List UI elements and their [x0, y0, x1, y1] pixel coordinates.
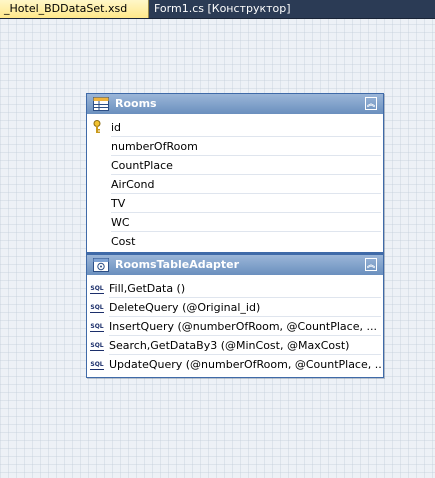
- document-tab-bar: _Hotel_BDDataSet.xsd Form1.cs [Конструкт…: [0, 0, 435, 19]
- sql-query-icon: SQL: [90, 285, 104, 294]
- query-name: Search,GetDataBy3 (@MinCost, @MaxCost): [109, 336, 381, 355]
- column-row-id[interactable]: id: [87, 118, 383, 137]
- column-row-cost[interactable]: Cost: [87, 232, 383, 251]
- sql-query-icon: SQL: [90, 323, 104, 332]
- table-adapter-header[interactable]: RoomsTableAdapter ︽: [87, 255, 383, 275]
- query-name: DeleteQuery (@Original_id): [109, 298, 381, 317]
- query-row-fill-getdata[interactable]: SQL Fill,GetData (): [87, 279, 383, 298]
- row-gutter: SQL: [87, 336, 105, 355]
- sql-query-icon: SQL: [90, 342, 104, 351]
- query-row-search-getdataby3[interactable]: SQL Search,GetDataBy3 (@MinCost, @MaxCos…: [87, 336, 383, 355]
- row-gutter: SQL: [87, 279, 105, 298]
- query-row-deletequery[interactable]: SQL DeleteQuery (@Original_id): [87, 298, 383, 317]
- rooms-columns-list: id numberOfRoom CountPlace AirCond TV WC…: [87, 118, 383, 251]
- row-gutter: [87, 156, 105, 175]
- collapse-adapter-button[interactable]: ︽: [365, 258, 377, 271]
- query-name: Fill,GetData (): [109, 279, 381, 298]
- column-name: WC: [111, 213, 381, 232]
- column-row-numberofroom[interactable]: numberOfRoom: [87, 137, 383, 156]
- row-gutter: [87, 194, 105, 213]
- rooms-table-header[interactable]: Rooms ︽: [87, 94, 383, 114]
- query-row-updatequery[interactable]: SQL UpdateQuery (@numberOfRoom, @CountPl…: [87, 355, 383, 374]
- column-name: numberOfRoom: [111, 137, 381, 156]
- query-name: InsertQuery (@numberOfRoom, @CountPlace,…: [109, 317, 381, 336]
- column-row-countplace[interactable]: CountPlace: [87, 156, 383, 175]
- column-name: id: [111, 118, 381, 137]
- tab-form1-designer[interactable]: Form1.cs [Конструктор]: [150, 0, 291, 18]
- sql-query-icon: SQL: [90, 304, 104, 313]
- column-row-wc[interactable]: WC: [87, 213, 383, 232]
- column-row-tv[interactable]: TV: [87, 194, 383, 213]
- collapse-table-button[interactable]: ︽: [365, 97, 377, 110]
- row-gutter: [87, 213, 105, 232]
- row-gutter: [87, 175, 105, 194]
- column-row-aircond[interactable]: AirCond: [87, 175, 383, 194]
- column-name: AirCond: [111, 175, 381, 194]
- row-gutter: [87, 118, 105, 137]
- table-adapter-title: RoomsTableAdapter: [115, 258, 240, 271]
- row-gutter: SQL: [87, 317, 105, 336]
- chevron-up-icon: ︽: [367, 99, 375, 108]
- column-name: TV: [111, 194, 381, 213]
- row-gutter: [87, 137, 105, 156]
- sql-query-icon: SQL: [90, 361, 104, 370]
- primary-key-icon: [93, 120, 101, 133]
- row-gutter: [87, 232, 105, 251]
- rooms-table-title: Rooms: [115, 97, 157, 110]
- query-name: UpdateQuery (@numberOfRoom, @CountPlace,…: [109, 358, 381, 371]
- row-gutter: SQL: [87, 355, 105, 374]
- adapter-queries-list: SQL Fill,GetData () SQL DeleteQuery (@Or…: [87, 279, 383, 374]
- column-name: Cost: [111, 235, 136, 248]
- column-name: CountPlace: [111, 156, 381, 175]
- table-adapter-icon: [93, 258, 109, 272]
- table-icon: [93, 97, 109, 111]
- query-row-insertquery[interactable]: SQL InsertQuery (@numberOfRoom, @CountPl…: [87, 317, 383, 336]
- tab-hotel-dataset-xsd[interactable]: _Hotel_BDDataSet.xsd: [0, 0, 149, 18]
- rooms-datatable[interactable]: Rooms ︽ id numberOfRoom CountPlace AirCo…: [86, 93, 384, 378]
- chevron-up-icon: ︽: [367, 260, 375, 269]
- row-gutter: SQL: [87, 298, 105, 317]
